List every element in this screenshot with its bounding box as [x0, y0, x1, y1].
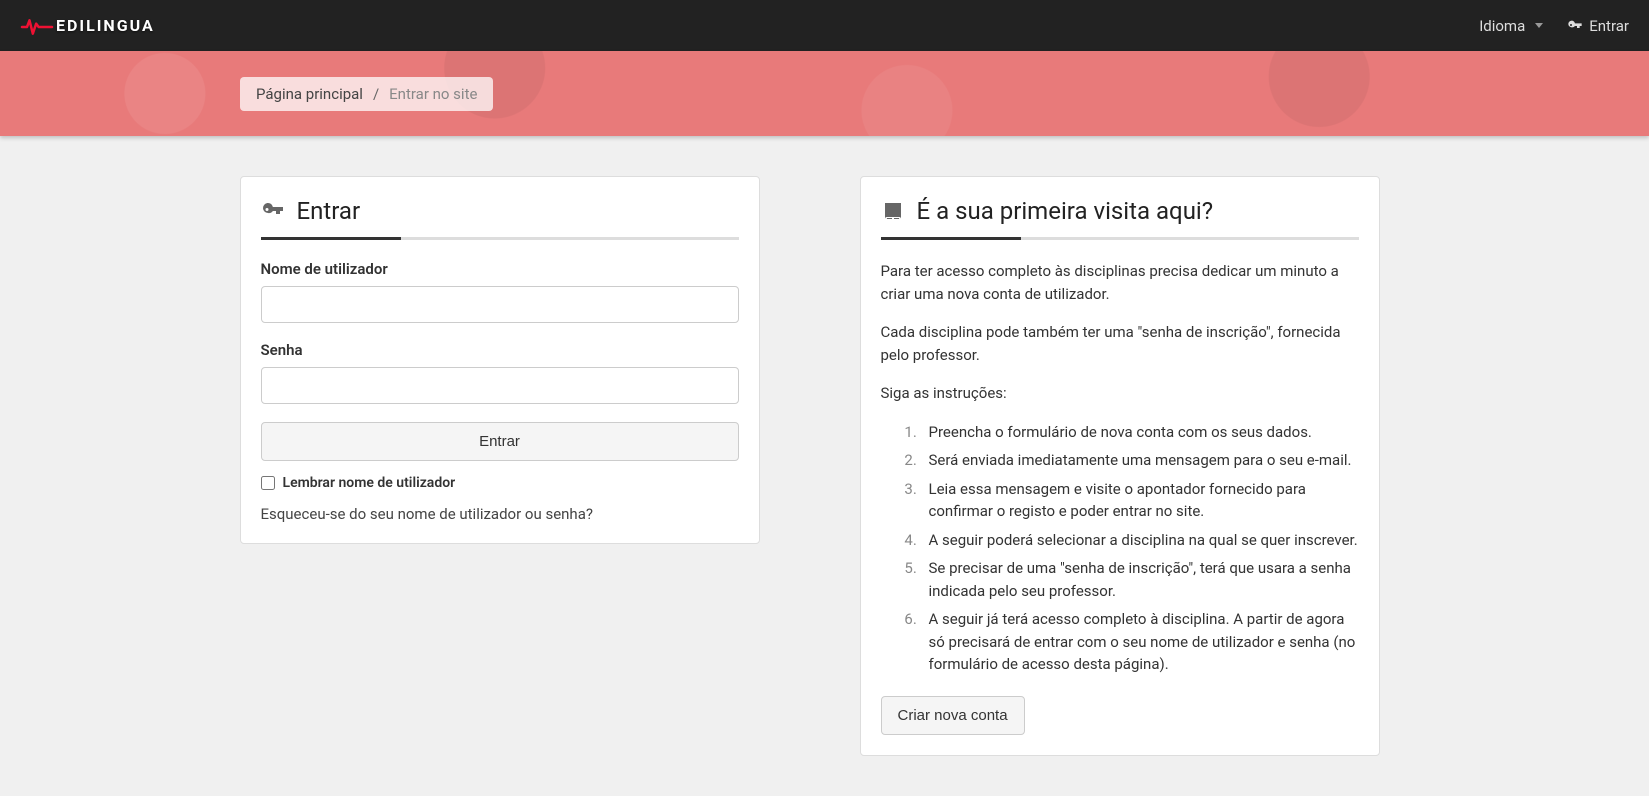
create-account-button[interactable]: Criar nova conta [881, 696, 1025, 735]
signup-heading-text: É a sua primeira visita aqui? [917, 197, 1214, 225]
signup-card: É a sua primeira visita aqui? Para ter a… [860, 176, 1380, 756]
key-icon [1567, 18, 1583, 34]
logo-text: EDILINGUA [56, 16, 155, 35]
signup-heading: É a sua primeira visita aqui? [881, 197, 1359, 225]
password-label: Senha [261, 341, 739, 359]
login-card: Entrar Nome de utilizador Senha Entrar L… [240, 176, 760, 544]
signup-step: Será enviada imediatamente uma mensagem … [921, 449, 1359, 472]
language-label: Idioma [1479, 17, 1525, 35]
remember-checkbox[interactable] [261, 476, 275, 490]
signup-intro-3: Siga as instruções: [881, 382, 1359, 405]
book-icon [881, 199, 905, 223]
login-link-label: Entrar [1589, 17, 1629, 35]
signup-step: A seguir já terá acesso completo à disci… [921, 608, 1359, 676]
login-heading-text: Entrar [297, 197, 361, 225]
signup-intro-2: Cada disciplina pode também ter uma "sen… [881, 321, 1359, 366]
breadcrumb-current: Entrar no site [389, 85, 477, 103]
username-label: Nome de utilizador [261, 260, 739, 278]
topnav-right: Idioma Entrar [1479, 17, 1629, 35]
heading-underline [261, 237, 739, 240]
password-group: Senha [261, 341, 739, 404]
login-heading: Entrar [261, 197, 739, 225]
remember-row: Lembrar nome de utilizador [261, 475, 739, 491]
signup-steps-list: Preencha o formulário de nova conta com … [921, 421, 1359, 676]
remember-label: Lembrar nome de utilizador [283, 475, 456, 491]
chevron-down-icon [1535, 23, 1543, 28]
signup-step: Preencha o formulário de nova conta com … [921, 421, 1359, 444]
forgot-link[interactable]: Esqueceu-se do seu nome de utilizador ou… [261, 505, 593, 523]
signup-step: A seguir poderá selecionar a disciplina … [921, 529, 1359, 552]
top-navigation: EDILINGUA Idioma Entrar [0, 0, 1649, 51]
breadcrumb-home[interactable]: Página principal [256, 85, 363, 103]
login-submit-button[interactable]: Entrar [261, 422, 739, 461]
login-link[interactable]: Entrar [1567, 17, 1629, 35]
language-dropdown[interactable]: Idioma [1479, 17, 1543, 35]
password-input[interactable] [261, 367, 739, 404]
main-container: Entrar Nome de utilizador Senha Entrar L… [240, 136, 1410, 796]
breadcrumb: Página principal / Entrar no site [240, 77, 493, 111]
hero-banner: Página principal / Entrar no site [0, 51, 1649, 136]
username-input[interactable] [261, 286, 739, 323]
signup-step: Leia essa mensagem e visite o apontador … [921, 478, 1359, 523]
logo-wave-icon [20, 11, 54, 44]
key-icon [261, 199, 285, 223]
signup-intro-1: Para ter acesso completo às disciplinas … [881, 260, 1359, 305]
signup-step: Se precisar de uma "senha de inscrição",… [921, 557, 1359, 602]
breadcrumb-separator: / [373, 85, 379, 103]
username-group: Nome de utilizador [261, 260, 739, 323]
site-logo[interactable]: EDILINGUA [20, 9, 155, 42]
heading-underline [881, 237, 1359, 240]
